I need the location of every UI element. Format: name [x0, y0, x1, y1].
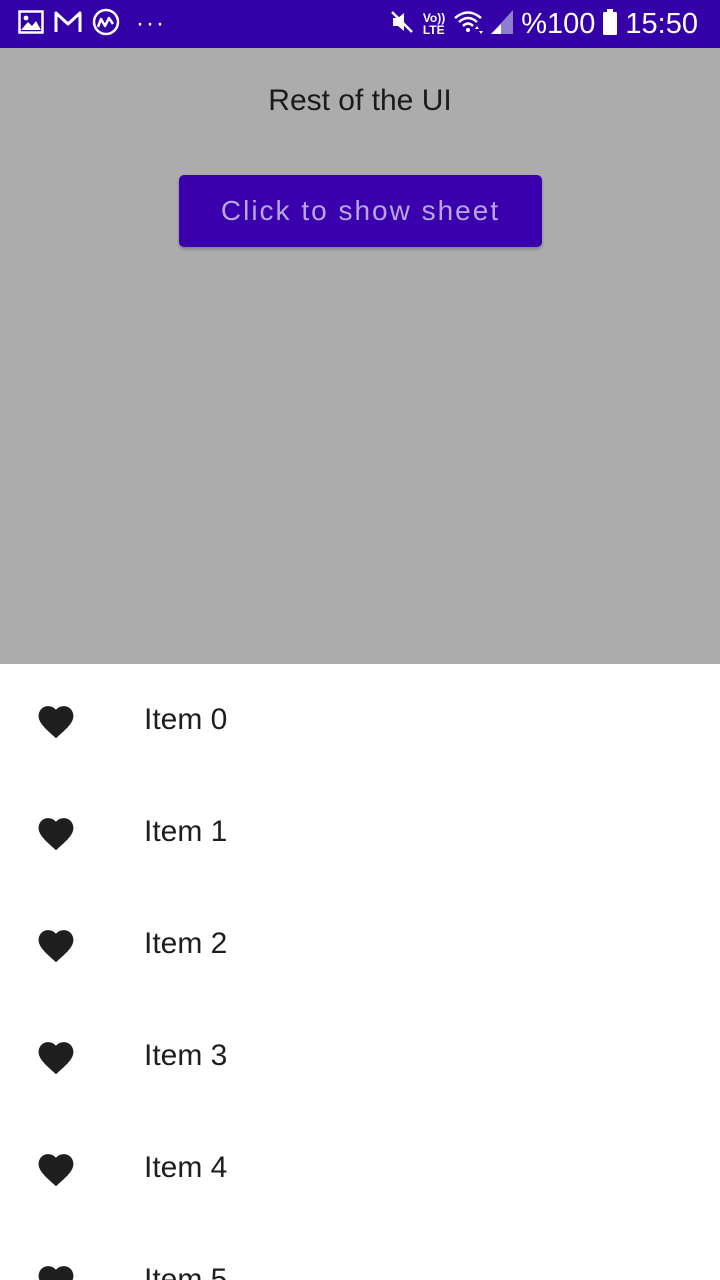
heart-icon — [35, 812, 77, 852]
list-item[interactable]: Item 3 — [0, 1000, 720, 1112]
heart-icon — [35, 1148, 77, 1188]
mute-icon — [389, 9, 415, 40]
list-item-label: Item 4 — [144, 1151, 228, 1184]
clock: 15:50 — [625, 8, 698, 40]
more-notifications-icon: ··· — [136, 10, 166, 37]
list-item-label: Item 2 — [144, 927, 228, 960]
list-item[interactable]: Item 0 — [0, 664, 720, 776]
bottom-sheet[interactable]: Item 0 Item 1 Item 2 Item 3 Item 4 Item … — [0, 664, 720, 1280]
gallery-icon — [18, 9, 44, 39]
page-title: Rest of the UI — [268, 84, 452, 117]
app-screen: ··· Vo)) LTE %100 15:50 Rest of the UI C… — [0, 0, 720, 1280]
main-content-scrim[interactable]: Rest of the UI Click to show sheet — [0, 48, 720, 664]
volte-bottom-label: LTE — [422, 23, 445, 37]
wifi-icon — [453, 9, 484, 40]
list-item[interactable]: Item 1 — [0, 776, 720, 888]
list-item-label: Item 5 — [144, 1263, 228, 1280]
list-item-label: Item 0 — [144, 703, 228, 736]
list-item[interactable]: Item 5 — [0, 1224, 720, 1280]
heart-icon — [35, 1260, 77, 1280]
list-item[interactable]: Item 4 — [0, 1112, 720, 1224]
volte-icon: Vo)) LTE — [423, 12, 445, 36]
battery-icon — [603, 8, 618, 40]
list-item-label: Item 3 — [144, 1039, 228, 1072]
status-bar-left: ··· — [18, 8, 166, 41]
heart-icon — [35, 1036, 77, 1076]
signal-icon — [491, 9, 514, 39]
heart-icon — [35, 700, 77, 740]
gmail-icon — [54, 10, 82, 39]
battery-percentage: %100 — [521, 8, 596, 40]
show-sheet-button[interactable]: Click to show sheet — [179, 175, 542, 247]
list-item-label: Item 1 — [144, 815, 228, 848]
coinmarketcap-icon — [92, 8, 120, 41]
list-item[interactable]: Item 2 — [0, 888, 720, 1000]
status-bar: ··· Vo)) LTE %100 15:50 — [0, 0, 720, 48]
heart-icon — [35, 924, 77, 964]
status-bar-right: Vo)) LTE %100 15:50 — [389, 8, 698, 40]
